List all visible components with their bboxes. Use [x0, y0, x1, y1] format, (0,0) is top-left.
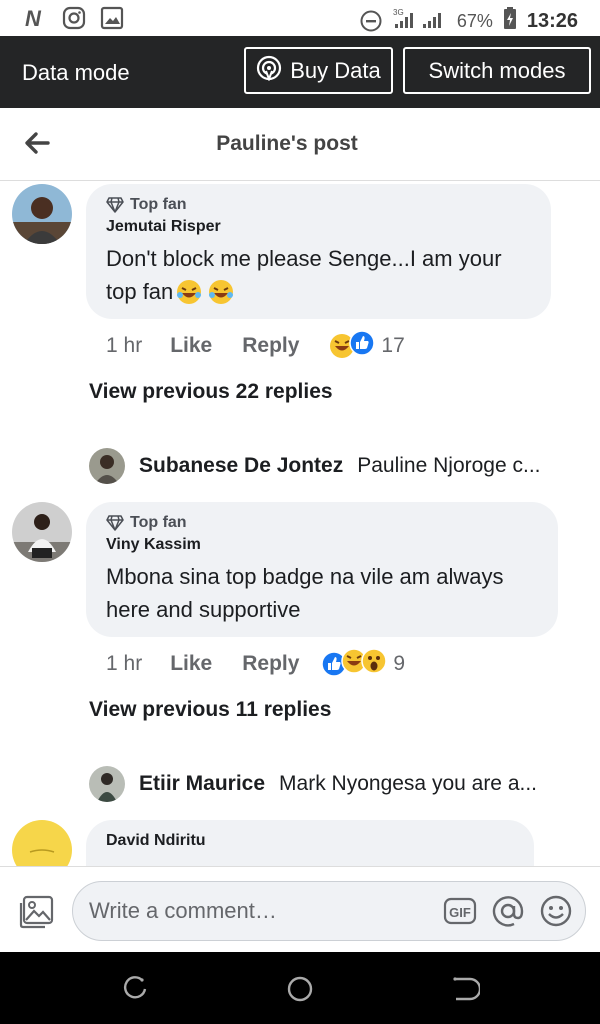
comment-author[interactable]: Jemutai Risper [106, 218, 531, 236]
reply-preview[interactable]: Etiir Maurice Mark Nyongesa you are a... [89, 766, 537, 802]
back-nav-icon[interactable] [450, 974, 482, 1004]
broadcast-icon [256, 55, 282, 87]
signal-icon: 3G [393, 6, 447, 36]
emoji-icon[interactable] [539, 894, 573, 928]
avatar[interactable] [12, 502, 72, 562]
photo-gallery-icon[interactable] [18, 895, 54, 929]
reaction-count: 17 [381, 334, 405, 357]
reply-button[interactable]: Reply [242, 334, 299, 358]
wow-reaction-icon [361, 648, 388, 674]
reaction-summary[interactable] [321, 648, 388, 680]
avatar [89, 448, 125, 484]
view-previous-replies[interactable]: View previous 11 replies [89, 698, 331, 722]
news-app-icon: N [24, 6, 48, 31]
svg-text:3G: 3G [393, 8, 404, 17]
mention-icon[interactable] [491, 894, 525, 928]
view-previous-replies[interactable]: View previous 22 replies [89, 380, 333, 404]
home-icon[interactable] [285, 974, 315, 1004]
top-fan-label: Top fan [130, 196, 187, 213]
do-not-disturb-icon [359, 9, 383, 33]
comments-feed[interactable]: Top fan Jemutai Risper Don't block me pl… [0, 181, 600, 866]
battery-icon [503, 6, 517, 36]
like-button[interactable]: Like [170, 334, 212, 358]
comment-bubble[interactable]: Top fan Jemutai Risper Don't block me pl… [86, 184, 551, 319]
system-navigation-bar [0, 952, 600, 1024]
reply-button[interactable]: Reply [242, 652, 299, 676]
avatar [89, 766, 125, 802]
diamond-icon [106, 197, 124, 213]
comment-actions: 1 hr Like Reply 9 [106, 648, 405, 680]
reaction-summary[interactable] [329, 330, 376, 362]
avatar[interactable] [12, 820, 72, 866]
post-header: Pauline's post [0, 108, 600, 181]
buy-data-button[interactable]: Buy Data [244, 47, 393, 94]
status-bar: N 3G 67% 13:26 [0, 0, 600, 36]
comment-time: 1 hr [106, 334, 143, 357]
data-mode-title: Data mode [22, 60, 130, 85]
comment-text: Mbona sina top badge na vile am always h… [106, 560, 538, 626]
comment-author[interactable]: David Ndiritu [106, 832, 514, 850]
comment-bubble[interactable]: David Ndiritu [86, 820, 534, 866]
switch-modes-button[interactable]: Switch modes [403, 47, 591, 94]
laughing-emoji-icon [175, 278, 235, 306]
reply-author: Etiir Maurice [139, 772, 266, 795]
comment-bubble[interactable]: Top fan Viny Kassim Mbona sina top badge… [86, 502, 558, 637]
clock: 13:26 [526, 9, 578, 32]
comment-text-line: Don't block me please Senge...I am your [106, 246, 502, 271]
comment-time: 1 hr [106, 652, 143, 675]
comment-composer: Write a comment… GIF [0, 866, 600, 952]
page-title: Pauline's post [216, 132, 358, 155]
recent-apps-icon[interactable] [120, 974, 150, 1004]
gif-icon[interactable]: GIF [443, 894, 477, 928]
reaction-count: 9 [393, 652, 406, 675]
reply-author: Subanese De Jontez [139, 454, 344, 477]
reply-preview[interactable]: Subanese De Jontez Pauline Njoroge c... [89, 448, 541, 484]
top-fan-badge: Top fan [106, 196, 531, 214]
instagram-icon [62, 6, 86, 30]
svg-text:N: N [25, 6, 42, 30]
like-reaction-icon [349, 330, 376, 356]
battery-percent: 67% [456, 10, 493, 31]
gif-label: GIF [449, 905, 471, 920]
gallery-notification-icon [100, 6, 124, 30]
comment-text-line: top fan [106, 279, 174, 304]
comment-placeholder: Write a comment… [89, 898, 277, 923]
comment-author[interactable]: Viny Kassim [106, 536, 538, 554]
data-mode-bar: Data mode Buy Data Switch modes [0, 36, 600, 108]
comment-actions: 1 hr Like Reply 17 [106, 330, 405, 362]
comment-text-line: Mbona sina top badge na vile am always [106, 564, 504, 589]
reply-snippet: Pauline Njoroge c... [357, 454, 541, 477]
switch-modes-label: Switch modes [428, 57, 566, 83]
like-button[interactable]: Like [170, 652, 212, 676]
buy-data-label: Buy Data [290, 57, 381, 83]
comment-text-line: here and supportive [106, 597, 301, 622]
avatar[interactable] [12, 184, 72, 244]
comment-input[interactable]: Write a comment… GIF [72, 881, 586, 941]
top-fan-label: Top fan [130, 514, 187, 531]
reply-snippet: Mark Nyongesa you are a... [279, 772, 538, 795]
diamond-icon [106, 515, 124, 531]
top-fan-badge: Top fan [106, 514, 538, 532]
comment-text: Don't block me please Senge...I am your … [106, 242, 531, 308]
